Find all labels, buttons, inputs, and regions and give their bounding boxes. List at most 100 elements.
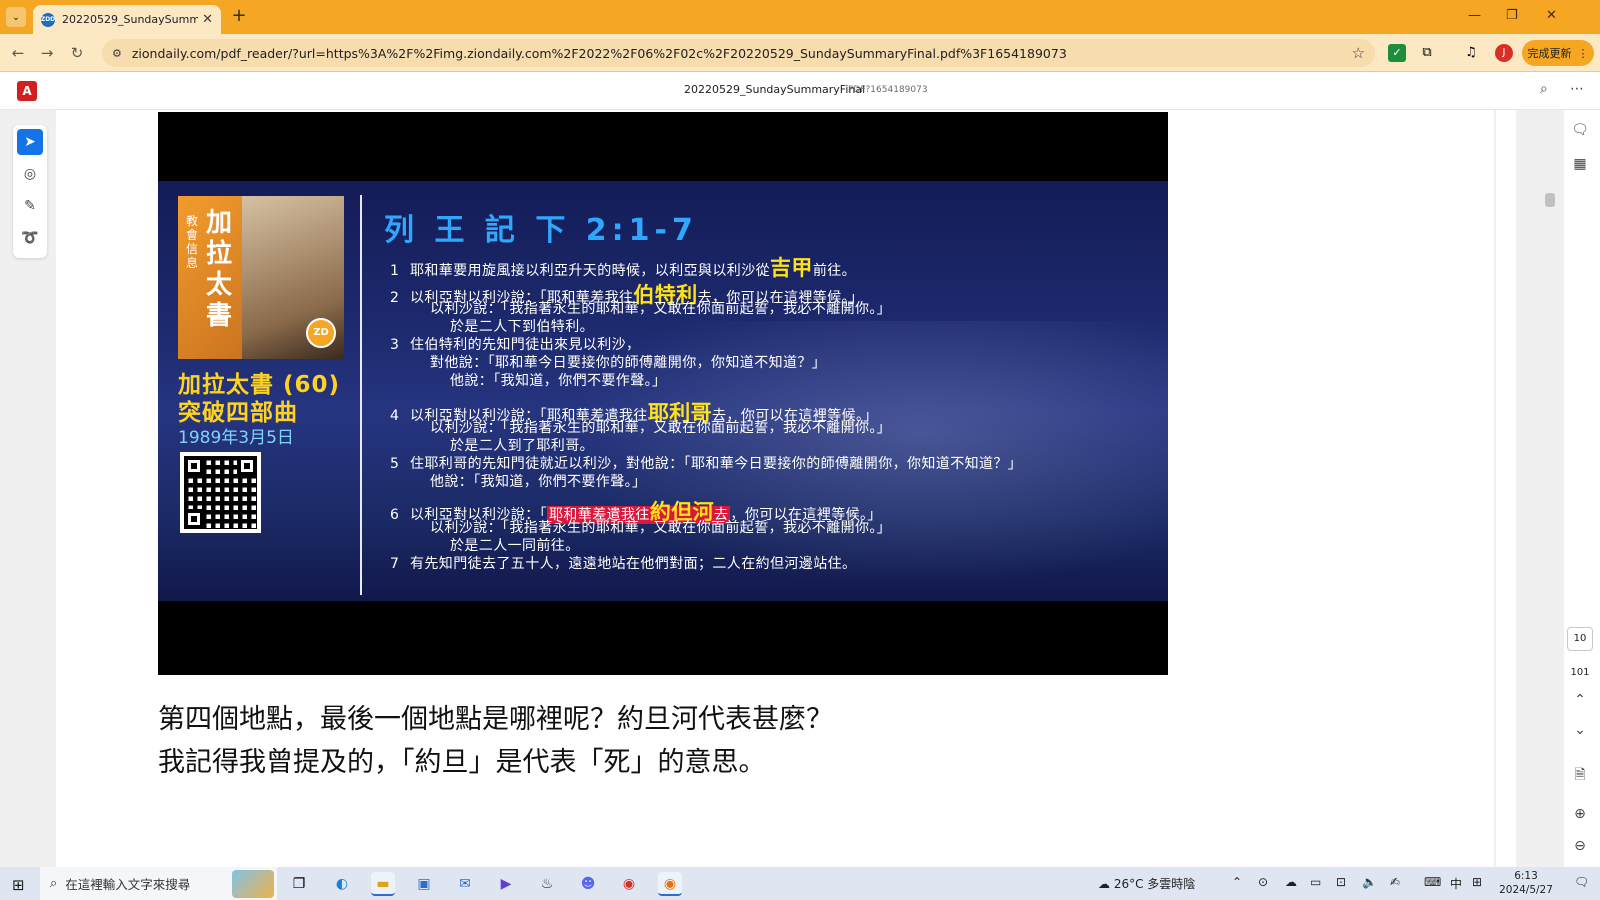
book-label: 教會信息 <box>186 214 199 270</box>
windows-taskbar: ⊞ ⌕ 在這裡輸入文字來搜尋 ❐ ◐ ▬ ▣ ✉ ▶ ♨ ☻ ◉ ◉ ☁ 26°… <box>0 867 1600 900</box>
extension-check-icon[interactable]: ✓ <box>1388 44 1406 62</box>
book-title: 加拉太書 <box>206 208 233 331</box>
lasso-icon[interactable]: ➰ <box>17 225 43 251</box>
pdf-page-image: 教會信息 加拉太書 ZD 加拉太書 (60) 突破四部曲 1989年3月5日 列… <box>158 112 1168 675</box>
restore-icon[interactable]: ❐ <box>1506 8 1518 23</box>
book-cover-image: 教會信息 加拉太書 ZD <box>178 196 344 359</box>
caption-line: 我記得我曾提及的，「約旦」是代表「死」的意思。 <box>158 747 766 778</box>
tab-title: 20220529_SundaySummaryF <box>62 13 199 26</box>
back-arrow-icon[interactable]: ← <box>7 42 29 64</box>
verse-line: 以利沙說：「我指著永生的耶和華，又敢在你面前起誓，我必不離開你。」 <box>430 301 892 317</box>
thumbnails-grid-icon[interactable]: ▦ <box>1568 156 1592 172</box>
clock[interactable]: 6:13 2024/5/27 <box>1496 869 1556 897</box>
verse-title: 列 王 記 下 2:1-7 <box>384 213 698 248</box>
verse-line: 於是二人一同前往。 <box>450 538 580 554</box>
page-caption: 第四個地點，最後一個地點是哪裡呢？約旦河代表甚麼？ 我記得我曾提及的，「約旦」是… <box>158 698 833 784</box>
address-bar[interactable]: ⚙ ziondaily.com/pdf_reader/?url=https%3A… <box>102 39 1375 67</box>
verse-line: 1 耶和華要用旋風接以利亞升天的時候，以利亞與以利沙從吉甲前往。 <box>390 256 857 280</box>
store-icon[interactable]: ▣ <box>412 872 436 896</box>
verse-line: 3 住伯特利的先知門徒出來見以利沙， <box>390 337 641 353</box>
verse-line: 以利沙說：「我指著永生的耶和華，又敢在你面前起誓，我必不離開你。」 <box>430 520 892 536</box>
reload-icon[interactable]: ↻ <box>66 42 88 64</box>
url-text[interactable]: ziondaily.com/pdf_reader/?url=https%3A%2… <box>132 46 1352 61</box>
new-tab-plus-icon[interactable]: + <box>229 7 249 27</box>
file-explorer-icon[interactable]: ▬ <box>371 872 395 896</box>
edge-browser-icon[interactable]: ◐ <box>330 872 354 896</box>
tray-expand-icon[interactable]: ⌃ <box>1232 875 1242 889</box>
puzzle-icon[interactable]: ⧉ <box>1418 44 1436 62</box>
previous-page-icon[interactable]: ⌃ <box>1568 692 1592 708</box>
keyboard-icon[interactable]: ⌨ <box>1424 875 1441 889</box>
discord-icon[interactable]: ☻ <box>576 872 600 896</box>
site-info-icon[interactable]: ⚙ <box>112 47 122 60</box>
notification-icon[interactable]: 🗨 <box>1574 875 1589 889</box>
comments-panel-icon[interactable]: 🗨 <box>1568 122 1592 138</box>
taskbar-search-placeholder: 在這裡輸入文字來搜尋 <box>65 877 191 892</box>
search-icon[interactable]: ⌕ <box>1540 81 1548 97</box>
select-cursor-icon[interactable]: ➤ <box>17 129 43 155</box>
pdf-viewer-header: A 20220529_SundaySummaryFinal PDF?165418… <box>0 72 1600 110</box>
verse-line: 5 住耶利哥的先知門徒就近以利沙，對他說：「耶和華今日要接你的師傅離開你，你知道不… <box>390 456 1023 472</box>
next-page-icon[interactable]: ⌄ <box>1568 722 1592 738</box>
clock-date: 2024/5/27 <box>1499 884 1553 896</box>
more-icon[interactable]: ⋯ <box>1570 81 1584 97</box>
pdf-subtitle: PDF?1654189073 <box>848 85 928 95</box>
chrome-icon[interactable]: ◉ <box>617 872 641 896</box>
mail-icon[interactable]: ✉ <box>453 872 477 896</box>
weather-text: 26°C 多雲時陰 <box>1113 877 1196 891</box>
more-icon: ⋮ <box>1577 46 1589 60</box>
browser-tab[interactable]: ZDD 20220529_SundaySummaryF ✕ <box>33 5 221 34</box>
pen-icon[interactable]: ✍ <box>1390 875 1400 889</box>
verse-line: 他說：「我知道，你們不要作聲。」 <box>430 474 647 490</box>
zoom-in-icon[interactable]: ⊕ <box>1568 806 1592 822</box>
tab-close-icon[interactable]: ✕ <box>202 12 213 27</box>
update-button[interactable]: 完成更新 ⋮ <box>1522 40 1594 66</box>
series-subtitle: 突破四部曲 <box>178 400 298 426</box>
qr-code-image <box>180 452 261 533</box>
windows-start-icon[interactable]: ⊞ <box>12 876 25 894</box>
chrome-active-icon[interactable]: ◉ <box>658 872 682 896</box>
slide-divider <box>360 195 362 595</box>
acrobat-logo-icon: A <box>17 81 37 101</box>
bookmark-star-icon[interactable]: ☆ <box>1352 44 1365 62</box>
zoom-out-icon[interactable]: ⊖ <box>1568 838 1592 854</box>
volume-icon[interactable]: 🔈 <box>1362 875 1377 889</box>
verse-line: 對他說：「耶和華今日要接你的師傅離開你，你知道不知道？」 <box>430 355 827 371</box>
browser-tab-strip: ⌄ ZDD 20220529_SundaySummaryF ✕ + — ❐ ✕ <box>0 0 1600 34</box>
page-total: 101 <box>1570 667 1590 678</box>
series-date: 1989年3月5日 <box>178 428 294 448</box>
vertical-scrollbar[interactable] <box>1496 110 1516 867</box>
tool-rail: ➤ ◎ ✎ ➰ <box>13 125 47 258</box>
forward-arrow-icon[interactable]: → <box>36 42 58 64</box>
search-icon: ⌕ <box>50 876 58 891</box>
task-view-icon[interactable]: ❐ <box>287 872 311 896</box>
network-icon[interactable]: ⊡ <box>1336 875 1346 889</box>
video-app-icon[interactable]: ▶ <box>494 872 518 896</box>
verse-line: 以利沙說：「我指著永生的耶和華，又敢在你面前起誓，我必不離開你。」 <box>430 420 892 436</box>
browser-toolbar: ← → ↻ ⚙ ziondaily.com/pdf_reader/?url=ht… <box>0 34 1600 72</box>
tab-search-chevron-icon[interactable]: ⌄ <box>6 7 26 27</box>
tray-app-icon[interactable]: ⊙ <box>1258 875 1268 889</box>
weather-widget[interactable]: ☁ 26°C 多雲時陰 <box>1098 875 1195 892</box>
caption-line: 第四個地點，最後一個地點是哪裡呢？約旦河代表甚麼？ <box>158 704 833 735</box>
comment-icon[interactable]: ◎ <box>17 161 43 187</box>
media-control-icon[interactable]: ♫ <box>1462 44 1480 62</box>
verse-line: 於是二人到了耶利哥。 <box>450 438 594 454</box>
ime-mode-icon[interactable]: ⊞ <box>1472 875 1482 889</box>
cloud-icon: ☁ <box>1098 877 1110 891</box>
steam-icon[interactable]: ♨ <box>535 872 559 896</box>
ziondaily-favicon-icon: ZDD <box>41 12 55 27</box>
close-window-icon[interactable]: ✕ <box>1546 8 1557 23</box>
sermon-slide: 教會信息 加拉太書 ZD 加拉太書 (60) 突破四部曲 1989年3月5日 列… <box>158 181 1168 601</box>
verse-line: 7 有先知門徒去了五十人，遠遠地站在他們對面；二人在約但河邊站住。 <box>390 556 857 572</box>
onedrive-icon[interactable]: ☁ <box>1285 875 1297 889</box>
ime-language[interactable]: 中 <box>1450 875 1462 892</box>
scrollbar-thumb[interactable] <box>1545 193 1555 207</box>
profile-avatar[interactable]: J <box>1495 44 1513 62</box>
verse-line: 於是二人下到伯特利。 <box>450 319 594 335</box>
page-fit-icon[interactable]: 🗎 <box>1568 764 1592 788</box>
minimize-icon[interactable]: — <box>1468 8 1481 23</box>
battery-icon[interactable]: ▭ <box>1310 875 1321 889</box>
draw-pen-icon[interactable]: ✎ <box>17 193 43 219</box>
page-number-input[interactable]: 10 <box>1567 627 1593 651</box>
